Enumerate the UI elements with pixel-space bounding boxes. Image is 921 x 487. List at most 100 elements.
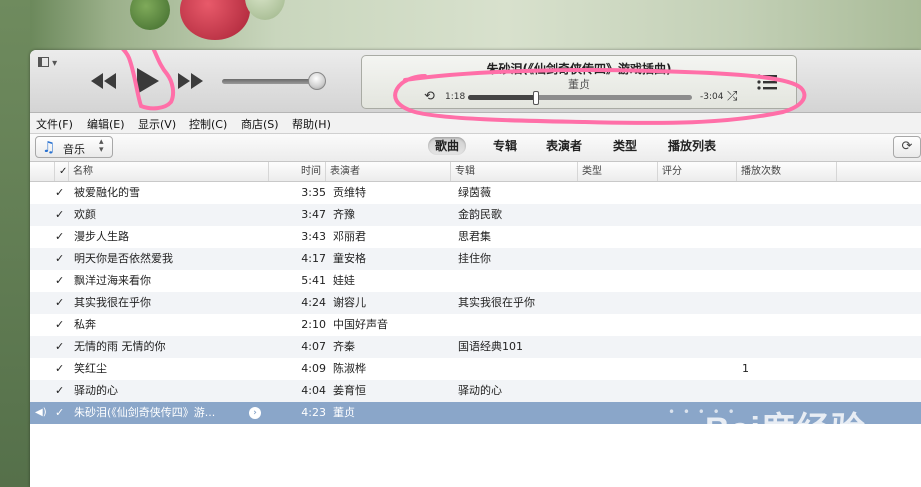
header-artist[interactable]: 表演者 (326, 162, 451, 181)
volume-slider[interactable] (222, 79, 320, 84)
table-row[interactable]: ◀) ✓ 朱砂泪(《仙剑奇侠传四》游... 4:23 董贞 › • • • • • (30, 402, 921, 424)
song-name: 飘洋过海来看你 (74, 274, 151, 287)
row-checkbox[interactable]: ✓ (55, 226, 67, 248)
header-filler (837, 162, 921, 181)
rewind-button[interactable] (90, 70, 118, 98)
tab-songs[interactable]: 歌曲 (428, 137, 467, 155)
play-button[interactable] (133, 66, 161, 94)
tab-playlists[interactable]: 播放列表 (661, 137, 723, 155)
song-album: 其实我很在乎你 (458, 296, 535, 309)
song-play-count (742, 270, 837, 292)
progress-bar[interactable] (468, 91, 692, 105)
header-genre[interactable]: 类型 (578, 162, 658, 181)
row-checkbox[interactable]: ✓ (55, 270, 67, 292)
song-name: 私奔 (74, 318, 96, 331)
row-checkbox[interactable]: ✓ (55, 358, 67, 380)
refresh-icon: ⟳ (901, 139, 913, 154)
music-note-icon: ♫ (42, 138, 56, 156)
song-album (458, 358, 578, 380)
song-time: 4:07 (301, 340, 326, 353)
song-name: 朱砂泪(《仙剑奇侠传四》游... (74, 406, 216, 419)
table-row[interactable]: ✓ 飘洋过海来看你 5:41 娃娃 (30, 270, 921, 292)
menu-view[interactable]: 显示(V) (138, 116, 176, 132)
song-rating (662, 314, 737, 336)
header-name[interactable]: 名称 (69, 162, 269, 181)
tab-genres[interactable]: 类型 (606, 137, 644, 155)
song-rating (662, 336, 737, 358)
menu-help[interactable]: 帮助(H) (292, 116, 331, 132)
header-check-all[interactable]: ✓ (55, 162, 69, 181)
progress-fill (468, 95, 536, 100)
table-row[interactable]: ✓ 其实我很在乎你 4:24 谢容儿 其实我很在乎你 (30, 292, 921, 314)
table-row[interactable]: ✓ 驿动的心 4:04 姜育恒 驿动的心 (30, 380, 921, 402)
song-play-count (742, 248, 837, 270)
shuffle-icon[interactable]: ⤮ (727, 89, 737, 104)
song-genre (582, 270, 658, 292)
row-checkbox[interactable]: ✓ (55, 204, 67, 226)
song-time: 2:10 (301, 318, 326, 331)
menu-controls[interactable]: 控制(C) (189, 116, 227, 132)
song-play-count (742, 226, 837, 248)
speaker-icon: ◀) (35, 407, 47, 418)
row-checkbox[interactable]: ✓ (55, 336, 67, 358)
play-icon (137, 68, 159, 94)
progress-knob[interactable] (533, 91, 540, 105)
fast-forward-button[interactable] (177, 70, 205, 98)
song-time: 4:17 (301, 252, 326, 265)
table-row[interactable]: ✓ 笑红尘 4:09 陈淑桦 1 (30, 358, 921, 380)
sidebar-toggle-icon[interactable]: ▾ (38, 56, 58, 69)
song-rating (662, 358, 737, 380)
song-artist: 齐秦 (333, 340, 355, 353)
tab-artists[interactable]: 表演者 (539, 137, 589, 155)
table-row[interactable]: ✓ 明天你是否依然爱我 4:17 童安格 挂住你 (30, 248, 921, 270)
song-artist: 齐豫 (333, 208, 355, 221)
header-rating[interactable]: 评分 (658, 162, 737, 181)
song-time: 4:09 (301, 362, 326, 375)
rating-dots[interactable]: • • • • • (668, 402, 737, 422)
elapsed-time: 1:18 (445, 92, 466, 102)
refresh-button[interactable]: ⟳ (893, 136, 921, 158)
volume-knob[interactable] (308, 72, 326, 90)
song-time: 5:41 (301, 274, 326, 287)
header-time[interactable]: 时间 (269, 162, 326, 181)
flower-decoration (245, 0, 285, 20)
song-time: 3:47 (301, 208, 326, 221)
menu-file[interactable]: 文件(F) (36, 116, 73, 132)
wallpaper-left-edge (0, 0, 30, 487)
song-name: 驿动的心 (74, 384, 118, 397)
repeat-icon[interactable]: ⟲ (424, 89, 435, 104)
row-checkbox[interactable]: ✓ (55, 314, 67, 336)
table-row[interactable]: ✓ 漫步人生路 3:43 邓丽君 思君集 (30, 226, 921, 248)
song-rating (662, 292, 737, 314)
row-checkbox[interactable]: ✓ (55, 292, 67, 314)
go-to-arrow-icon[interactable]: › (249, 407, 261, 419)
song-artist: 董贞 (333, 406, 355, 419)
row-checkbox[interactable]: ✓ (55, 402, 67, 424)
fast-forward-icon (178, 73, 203, 89)
song-play-count (742, 182, 837, 204)
table-row[interactable]: ✓ 无情的雨 无情的你 4:07 齐秦 国语经典101 (30, 336, 921, 358)
table-row[interactable]: ✓ 被爱融化的雪 3:35 贡维特 绿茵薇 (30, 182, 921, 204)
view-bar: ♫ 音乐 ▴ ▾ 歌曲 专辑 表演者 类型 播放列表 ⟳ (30, 134, 921, 162)
song-artist: 娃娃 (333, 274, 355, 287)
menu-edit[interactable]: 编辑(E) (87, 116, 125, 132)
row-checkbox[interactable]: ✓ (55, 380, 67, 402)
tab-albums[interactable]: 专辑 (486, 137, 524, 155)
song-name: 被爱融化的雪 (74, 186, 140, 199)
table-row[interactable]: ✓ 私奔 2:10 中国好声音 (30, 314, 921, 336)
menu-store[interactable]: 商店(S) (241, 116, 279, 132)
chevron-updown-icon: ▴ ▾ (99, 137, 104, 155)
media-type-select[interactable]: ♫ 音乐 ▴ ▾ (35, 136, 113, 158)
row-checkbox[interactable]: ✓ (55, 182, 67, 204)
song-time: 3:35 (301, 186, 326, 199)
song-album: 金韵民歌 (458, 208, 502, 221)
list-icon[interactable] (757, 74, 777, 93)
song-artist: 陈淑桦 (333, 362, 366, 375)
song-genre (582, 314, 658, 336)
song-artist: 邓丽君 (333, 230, 366, 243)
header-play-count[interactable]: 播放次数 (737, 162, 837, 181)
row-checkbox[interactable]: ✓ (55, 248, 67, 270)
table-row[interactable]: ✓ 欢颜 3:47 齐豫 金韵民歌 (30, 204, 921, 226)
header-album[interactable]: 专辑 (451, 162, 578, 181)
song-name: 笑红尘 (74, 362, 107, 375)
